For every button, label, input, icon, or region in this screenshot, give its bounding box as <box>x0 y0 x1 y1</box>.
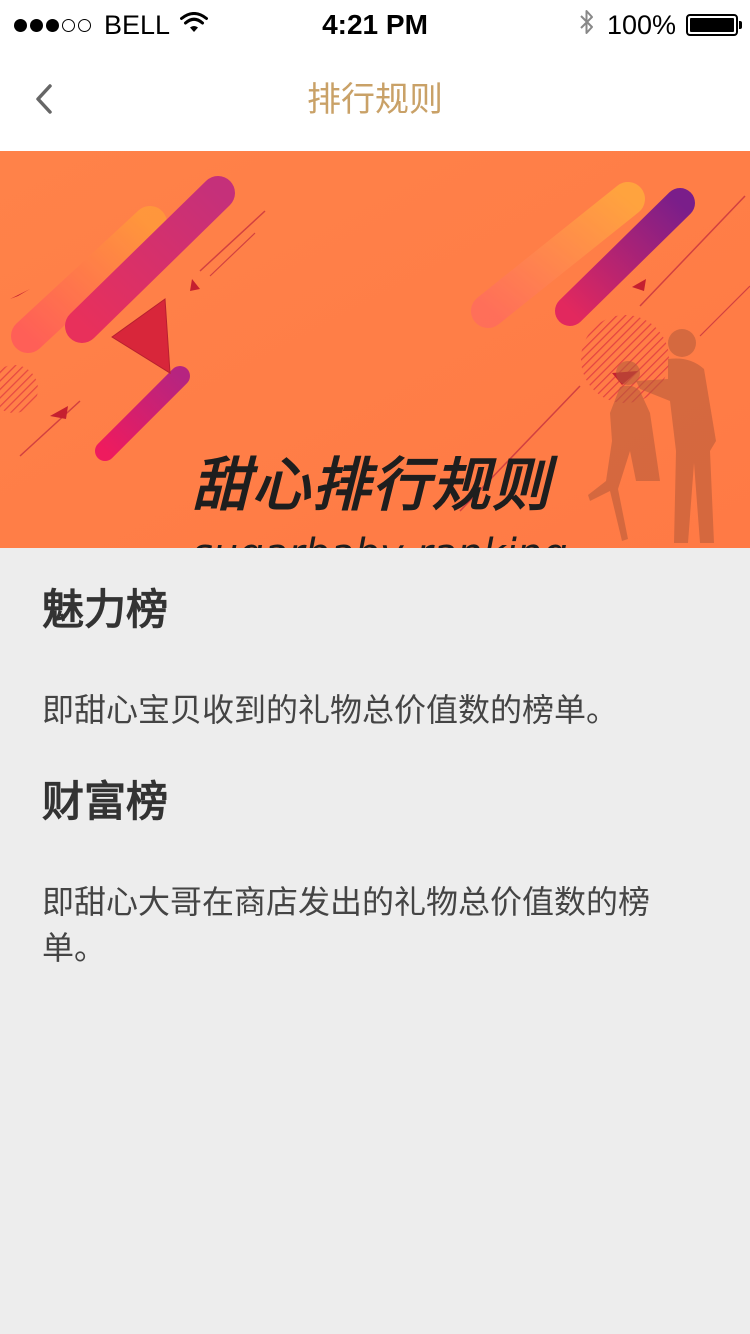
battery-tip <box>739 21 742 29</box>
banner-image: 甜心排行规则 sugarbaby ranking <box>0 151 750 548</box>
status-right: 100% <box>579 8 742 43</box>
battery-level <box>690 18 734 32</box>
status-bar: BELL 4:21 PM 100% <box>0 0 750 50</box>
back-button[interactable] <box>22 74 66 124</box>
charm-ranking-description: 即甜心宝贝收到的礼物总价值数的榜单。 <box>42 691 619 729</box>
page-title: 排行规则 <box>307 80 443 120</box>
nav-bar: 排行规则 <box>0 50 750 151</box>
banner-subtitle: sugarbaby ranking <box>192 529 568 548</box>
battery-icon <box>686 14 742 36</box>
bluetooth-icon <box>579 8 595 43</box>
wealth-ranking-title: 财富榜 <box>42 777 169 826</box>
battery-percent: 100% <box>606 9 676 40</box>
chevron-left-icon <box>36 84 52 114</box>
charm-ranking-title: 魅力榜 <box>42 585 169 634</box>
wealth-ranking-description: 即甜心大哥在商店发出的礼物总价值数的榜单。 <box>42 883 651 967</box>
banner-title: 甜心排行规则 <box>192 451 553 519</box>
